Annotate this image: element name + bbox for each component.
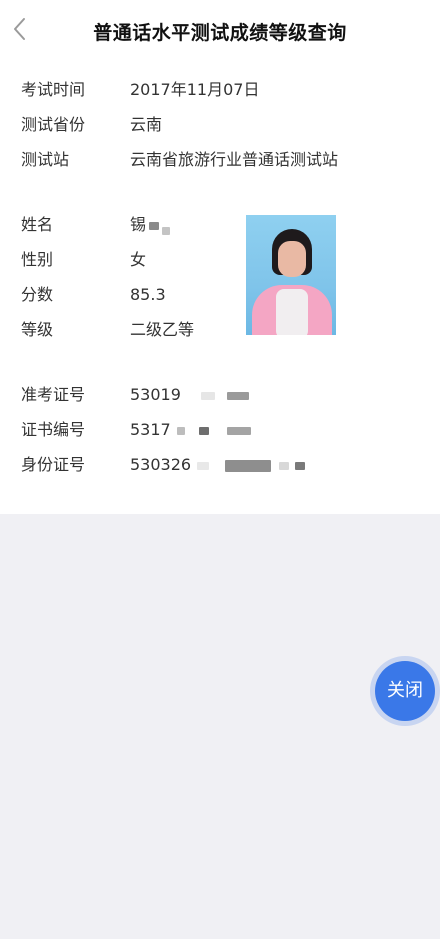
idcard-value-wrap: 530326 [130, 453, 306, 477]
certificate-redaction-2 [198, 426, 209, 435]
idcard-redaction-4 [295, 461, 306, 470]
name-row: 姓名 锡 [0, 213, 440, 237]
grade-value: 二级乙等 [130, 320, 195, 339]
ticket-value-wrap: 53019 [130, 383, 249, 407]
name-redaction-2 [162, 226, 171, 235]
name-redaction [149, 221, 160, 230]
ticket-redaction [200, 391, 215, 400]
certificate-label: 证书编号 [21, 420, 86, 439]
idcard-value: 530326 [130, 455, 192, 474]
province-value: 云南 [130, 115, 163, 134]
idcard-redaction-2 [225, 459, 272, 472]
score-value: 85.3 [130, 285, 166, 304]
station-value: 云南省旅游行业普通话测试站 [130, 150, 339, 169]
photo-face [278, 241, 306, 277]
province-row: 测试省份 云南 [0, 113, 440, 137]
exam-time-label: 考试时间 [21, 80, 86, 99]
ticket-value: 53019 [130, 385, 181, 404]
certificate-redaction [176, 426, 185, 435]
certificate-row: 证书编号 5317 [0, 418, 440, 442]
photo-collar [276, 289, 308, 335]
close-button[interactable]: 关闭 [375, 661, 435, 721]
idcard-redaction-3 [279, 461, 290, 470]
name-value: 锡 [130, 215, 147, 234]
gender-value: 女 [130, 250, 147, 269]
idcard-row: 身份证号 530326 [0, 453, 440, 477]
province-label: 测试省份 [21, 115, 86, 134]
result-card: 普通话水平测试成绩等级查询 考试时间 2017年11月07日 测试省份 云南 测… [0, 0, 440, 514]
idcard-redaction [197, 461, 210, 470]
certificate-redaction-3 [226, 426, 251, 435]
name-value-wrap: 锡 [130, 213, 171, 237]
grade-label: 等级 [21, 320, 54, 339]
ticket-redaction-2 [226, 391, 249, 400]
score-row: 分数 85.3 [0, 283, 440, 307]
score-label: 分数 [21, 285, 54, 304]
exam-time-row: 考试时间 2017年11月07日 [0, 78, 440, 102]
candidate-photo [246, 215, 336, 335]
idcard-label: 身份证号 [21, 455, 86, 474]
gender-label: 性别 [21, 250, 54, 269]
page-title: 普通话水平测试成绩等级查询 [93, 22, 347, 44]
grade-row: 等级 二级乙等 [0, 318, 440, 342]
ticket-row: 准考证号 53019 [0, 383, 440, 407]
station-row: 测试站 云南省旅游行业普通话测试站 [0, 148, 440, 172]
name-label: 姓名 [21, 215, 54, 234]
station-label: 测试站 [21, 150, 70, 169]
certificate-value: 5317 [130, 420, 171, 439]
gender-row: 性别 女 [0, 248, 440, 272]
exam-time-value: 2017年11月07日 [130, 80, 260, 99]
ticket-label: 准考证号 [21, 385, 86, 404]
certificate-value-wrap: 5317 [130, 418, 251, 442]
nav-bar: 普通话水平测试成绩等级查询 [0, 0, 440, 62]
